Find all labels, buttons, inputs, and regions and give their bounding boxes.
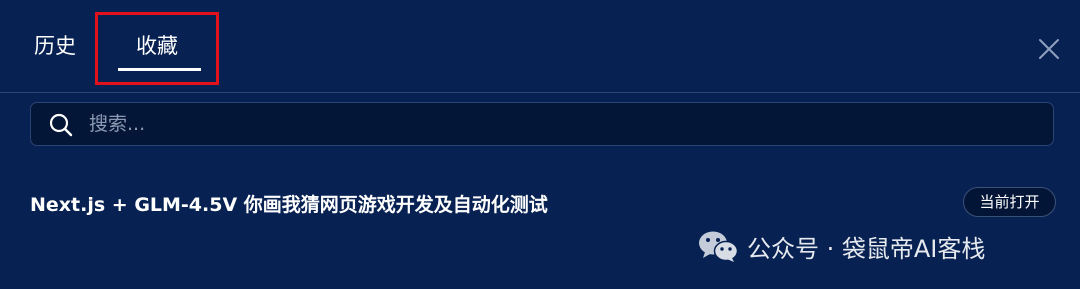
search-input[interactable]	[89, 103, 1029, 145]
list-item[interactable]: Next.js + GLM-4.5V 你画我猜网页游戏开发及自动化测试 当前打开	[0, 176, 1080, 230]
favorites-panel: 历史 收藏 Next.js + GLM-4.5V 你画我猜网页游戏开发及自动化测…	[0, 0, 1080, 289]
tab-bar: 历史 收藏	[0, 0, 1080, 93]
watermark: 公众号 · 袋鼠帝AI客栈	[697, 228, 985, 264]
wechat-icon	[699, 231, 739, 262]
close-icon[interactable]	[1036, 36, 1062, 62]
current-open-badge: 当前打开	[963, 187, 1056, 217]
watermark-text: 公众号 · 袋鼠帝AI客栈	[747, 234, 986, 263]
search-box[interactable]	[30, 102, 1054, 146]
annotation-highlight-box	[95, 12, 219, 85]
item-title: Next.js + GLM-4.5V 你画我猜网页游戏开发及自动化测试	[30, 194, 548, 216]
search-icon	[49, 113, 73, 137]
tab-history[interactable]: 历史	[34, 30, 76, 60]
